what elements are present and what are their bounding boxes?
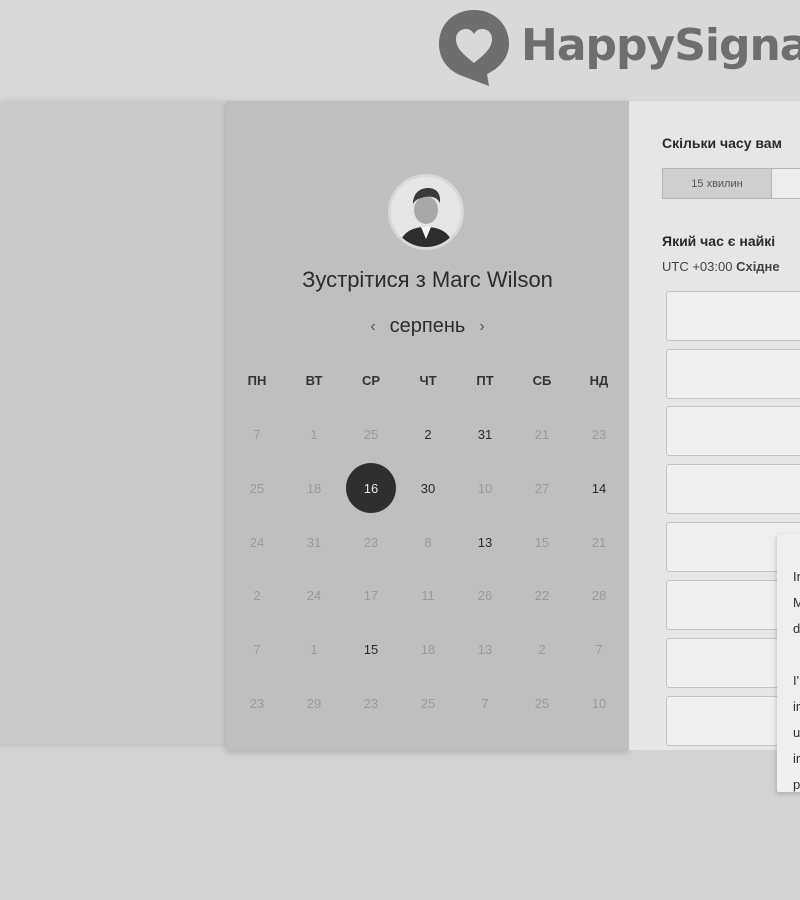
- time-slot[interactable]: [666, 291, 800, 341]
- cookie-popup: Ir Md I' ir u ir p: [777, 534, 800, 792]
- calendar-day: 23: [363, 695, 379, 711]
- calendar-day: 17: [363, 587, 379, 603]
- calendar-day: 24: [306, 587, 322, 603]
- duration-options: 15 хвилин: [662, 168, 800, 199]
- duration-option-15[interactable]: 15 хвилин: [662, 168, 772, 199]
- header: HappySignal: [0, 0, 800, 100]
- calendar-day: 18: [306, 480, 322, 496]
- left-backdrop: [0, 104, 226, 747]
- calendar-day: 26: [477, 587, 493, 603]
- calendar-day: 25: [363, 426, 379, 442]
- calendar-day: 13: [477, 641, 493, 657]
- timezone-offset: UTC +03:00: [662, 259, 733, 274]
- calendar-day: 24: [249, 534, 265, 550]
- calendar-day: 21: [534, 426, 550, 442]
- calendar-day[interactable]: 15: [346, 624, 396, 674]
- timezone-label[interactable]: UTC +03:00 Східне: [662, 259, 780, 274]
- calendar-day: 7: [253, 426, 261, 442]
- duration-question: Скільки часу вам: [662, 135, 782, 151]
- time-slot[interactable]: [666, 464, 800, 514]
- popup-line: u: [793, 725, 800, 740]
- calendar-day[interactable]: 14: [574, 463, 624, 513]
- popup-line: Ir: [793, 569, 800, 584]
- calendar-day: 31: [306, 534, 322, 550]
- calendar-grid: 7 1 25 2 31 21 23 25 18 16 30 10 27 14 24 31 23 8 13 15 21 2 2…: [226, 101, 629, 750]
- time-slot[interactable]: [666, 406, 800, 456]
- heart-speech-bubble-icon: [439, 10, 509, 86]
- calendar-day: 1: [310, 641, 318, 657]
- calendar-day: 1: [310, 426, 318, 442]
- calendar-day[interactable]: 31: [460, 409, 510, 459]
- calendar-day: 25: [420, 695, 436, 711]
- calendar-day: 25: [249, 480, 265, 496]
- popup-line: I': [793, 673, 800, 688]
- calendar-day: 29: [306, 695, 322, 711]
- calendar-day: 18: [420, 641, 436, 657]
- booking-panel: Скільки часу вам 15 хвилин Який час є на…: [629, 101, 800, 750]
- popup-line: d: [793, 621, 800, 636]
- calendar-card: Зустрітися з Marc Wilson ‹ серпень › ПН В…: [226, 101, 629, 750]
- calendar-day: 7: [481, 695, 489, 711]
- calendar-day: 10: [591, 695, 607, 711]
- duration-option-2[interactable]: [772, 168, 800, 199]
- brand-logo[interactable]: HappySignal: [437, 8, 800, 88]
- popup-line: [793, 642, 800, 668]
- calendar-day: 8: [424, 534, 432, 550]
- calendar-day: 11: [421, 587, 435, 603]
- calendar-day: 22: [534, 587, 550, 603]
- popup-line: ir: [793, 699, 800, 714]
- calendar-day: 28: [591, 587, 607, 603]
- popup-line: M: [793, 595, 800, 610]
- popup-line: p: [793, 777, 800, 792]
- calendar-day: 27: [534, 480, 550, 496]
- calendar-day[interactable]: 13: [460, 517, 510, 567]
- calendar-day-selected[interactable]: 16: [346, 463, 396, 513]
- calendar-day: 23: [363, 534, 379, 550]
- calendar-day: 23: [591, 426, 607, 442]
- calendar-day: 7: [595, 641, 603, 657]
- popup-text: Ir Md I' ir u ir p: [793, 564, 800, 792]
- calendar-day[interactable]: 30: [403, 463, 453, 513]
- calendar-day: 7: [253, 641, 261, 657]
- calendar-day: 21: [591, 534, 607, 550]
- calendar-day: 2: [538, 641, 546, 657]
- popup-line: ir: [793, 751, 800, 766]
- timezone-name: Східне: [736, 259, 780, 274]
- calendar-day: 25: [534, 695, 550, 711]
- calendar-day: 10: [477, 480, 493, 496]
- time-question: Який час є найкі: [662, 233, 776, 249]
- calendar-day: 23: [249, 695, 265, 711]
- calendar-day: 15: [534, 534, 550, 550]
- brand-name: HappySignal: [521, 20, 800, 71]
- calendar-day: 2: [253, 587, 261, 603]
- calendar-day[interactable]: 2: [403, 409, 453, 459]
- time-slot[interactable]: [666, 349, 800, 399]
